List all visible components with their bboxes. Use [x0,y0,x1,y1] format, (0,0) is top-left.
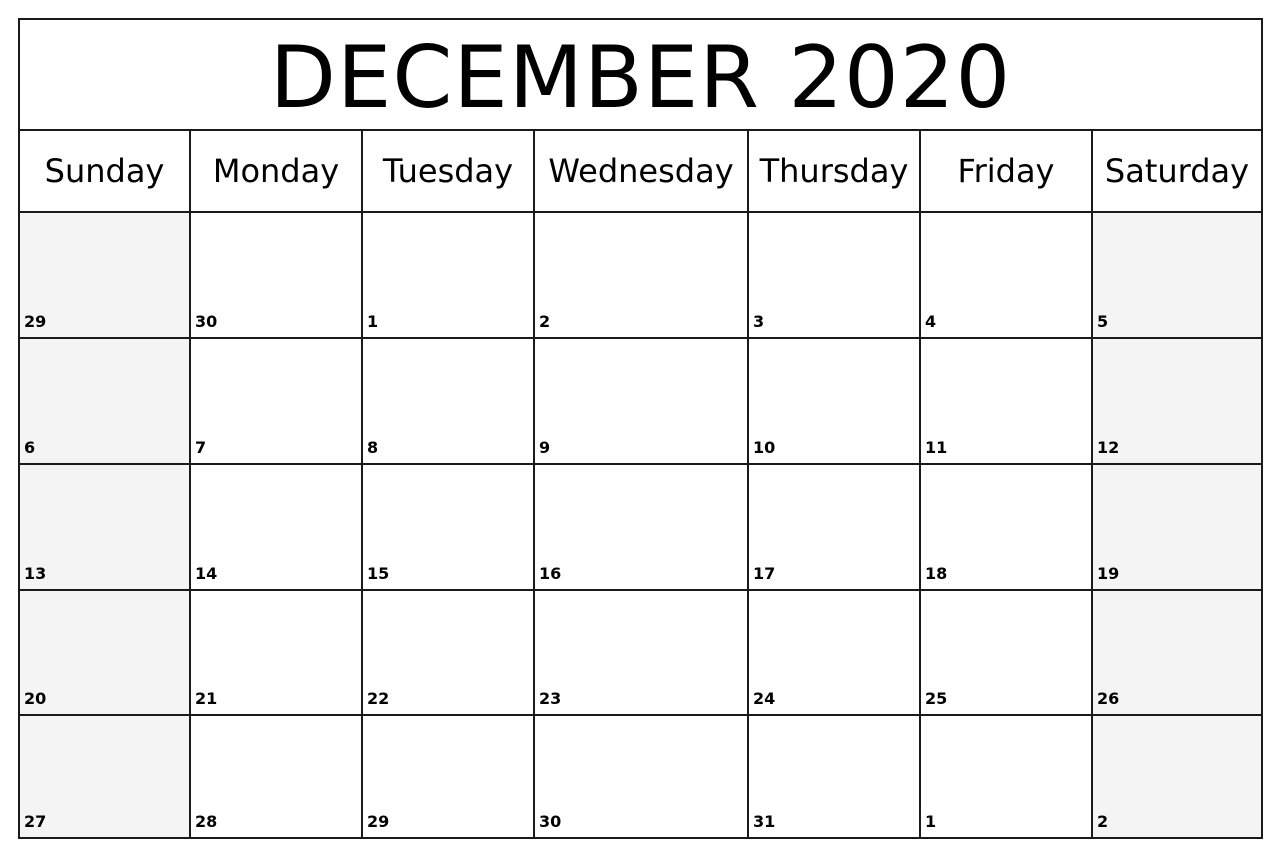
day-number: 11 [925,438,948,457]
day-cell[interactable]: 3 [749,213,921,339]
day-cell[interactable]: 17 [749,465,921,591]
day-number: 25 [925,689,948,708]
day-number: 26 [1097,689,1120,708]
day-cell[interactable]: 11 [921,339,1093,465]
day-cell[interactable]: 18 [921,465,1093,591]
weekday-header-wednesday: Wednesday [535,131,749,213]
day-cell[interactable]: 21 [191,591,363,716]
weekday-header-monday: Monday [191,131,363,213]
day-cell[interactable]: 30 [535,716,749,837]
day-number: 21 [195,689,218,708]
day-cell[interactable]: 16 [535,465,749,591]
day-number: 14 [195,564,218,583]
day-cell[interactable]: 25 [921,591,1093,716]
day-number: 4 [925,312,937,331]
day-cell[interactable]: 8 [363,339,535,465]
weekday-header-friday: Friday [921,131,1093,213]
day-number: 10 [753,438,776,457]
day-cell[interactable]: 14 [191,465,363,591]
day-cell[interactable]: 10 [749,339,921,465]
day-number: 29 [367,812,390,831]
day-number: 7 [195,438,207,457]
day-number: 16 [539,564,562,583]
day-cell[interactable]: 9 [535,339,749,465]
day-number: 28 [195,812,218,831]
day-cell[interactable]: 4 [921,213,1093,339]
day-number: 2 [1097,812,1109,831]
day-number: 27 [24,812,47,831]
weekday-header-saturday: Saturday [1093,131,1261,213]
day-cell[interactable]: 24 [749,591,921,716]
day-number: 12 [1097,438,1120,457]
day-number: 19 [1097,564,1120,583]
day-number: 20 [24,689,47,708]
day-cell[interactable]: 29 [363,716,535,837]
day-cell[interactable]: 1 [363,213,535,339]
day-number: 31 [753,812,776,831]
day-cell[interactable]: 26 [1093,591,1261,716]
day-number: 9 [539,438,551,457]
day-cell[interactable]: 27 [20,716,191,837]
day-number: 5 [1097,312,1109,331]
day-number: 18 [925,564,948,583]
day-number: 30 [195,312,218,331]
day-cell[interactable]: 2 [535,213,749,339]
day-number: 1 [367,312,379,331]
day-cell[interactable]: 12 [1093,339,1261,465]
day-cell[interactable]: 13 [20,465,191,591]
day-cell[interactable]: 22 [363,591,535,716]
day-cell[interactable]: 1 [921,716,1093,837]
day-number: 22 [367,689,390,708]
day-cell[interactable]: 31 [749,716,921,837]
day-cell[interactable]: 28 [191,716,363,837]
day-cell[interactable]: 20 [20,591,191,716]
day-number: 30 [539,812,562,831]
day-number: 15 [367,564,390,583]
day-number: 3 [753,312,765,331]
day-cell[interactable]: 30 [191,213,363,339]
day-number: 23 [539,689,562,708]
day-number: 24 [753,689,776,708]
weekday-header-thursday: Thursday [749,131,921,213]
day-number: 8 [367,438,379,457]
day-number: 1 [925,812,937,831]
day-cell[interactable]: 19 [1093,465,1261,591]
day-cell[interactable]: 5 [1093,213,1261,339]
day-number: 6 [24,438,36,457]
weekday-header-sunday: Sunday [20,131,191,213]
day-number: 29 [24,312,47,331]
day-cell[interactable]: 6 [20,339,191,465]
day-number: 17 [753,564,776,583]
day-cell[interactable]: 7 [191,339,363,465]
calendar-title: DECEMBER 2020 [20,20,1261,131]
day-cell[interactable]: 29 [20,213,191,339]
calendar: DECEMBER 2020 Sunday Monday Tuesday Wednesd… [18,18,1263,839]
day-cell[interactable]: 15 [363,465,535,591]
day-cell[interactable]: 23 [535,591,749,716]
day-number: 2 [539,312,551,331]
day-number: 13 [24,564,47,583]
day-cell[interactable]: 2 [1093,716,1261,837]
weekday-header-tuesday: Tuesday [363,131,535,213]
